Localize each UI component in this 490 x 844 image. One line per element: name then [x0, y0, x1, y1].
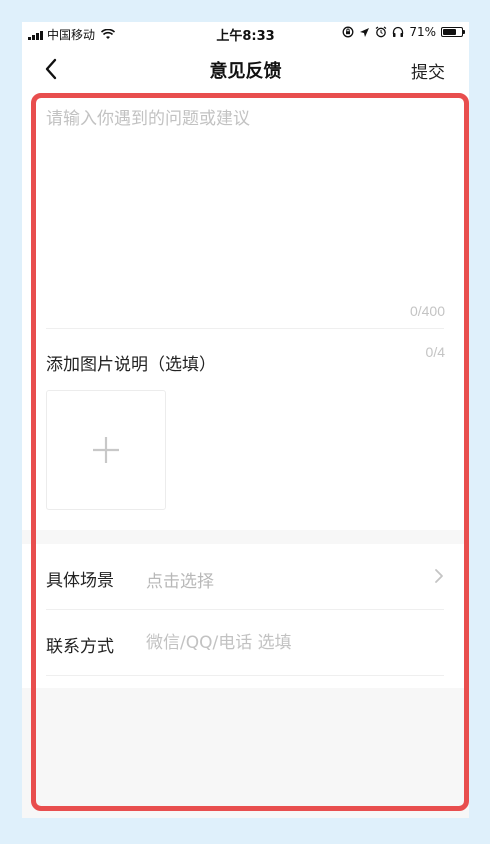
status-bar: 中国移动 上午8:33 71%: [22, 22, 469, 44]
divider: [46, 328, 444, 329]
battery-level-fill: [443, 29, 456, 35]
feedback-input[interactable]: [46, 104, 444, 294]
add-image-label: 添加图片说明（选填）: [46, 355, 216, 375]
battery-icon: [441, 27, 465, 37]
phone-screen: 中国移动 上午8:33 71% 意见反馈 提交 请输入你遇到的问题或建议 0/4…: [22, 22, 469, 818]
add-image-button[interactable]: [46, 390, 166, 510]
headphones-icon: [393, 26, 404, 37]
options-card: 具体场景 点击选择 联系方式: [22, 544, 469, 688]
feedback-char-counter: 0/400: [409, 303, 445, 319]
page-title: 意见反馈: [209, 61, 282, 82]
plus-icon: [93, 437, 119, 463]
contact-input[interactable]: [146, 628, 436, 658]
submit-button[interactable]: 提交: [411, 58, 445, 83]
location-icon: [360, 27, 370, 37]
scene-label: 具体场景: [46, 571, 114, 591]
status-right: 71%: [342, 25, 465, 39]
navigation-bar: 意见反馈 提交: [22, 44, 469, 92]
contact-row: 联系方式: [46, 610, 444, 676]
scene-value: 点击选择: [146, 572, 214, 592]
battery-percent: 71%: [409, 25, 436, 39]
chevron-right-icon: [435, 569, 443, 583]
contact-label: 联系方式: [46, 637, 114, 657]
lock-rotation-icon: [342, 26, 354, 38]
feedback-card: 0/400 添加图片说明（选填） 0/4: [22, 92, 469, 530]
image-counter: 0/4: [425, 344, 445, 360]
alarm-icon: [375, 26, 387, 38]
scene-selector-row[interactable]: 具体场景 点击选择: [46, 544, 444, 610]
